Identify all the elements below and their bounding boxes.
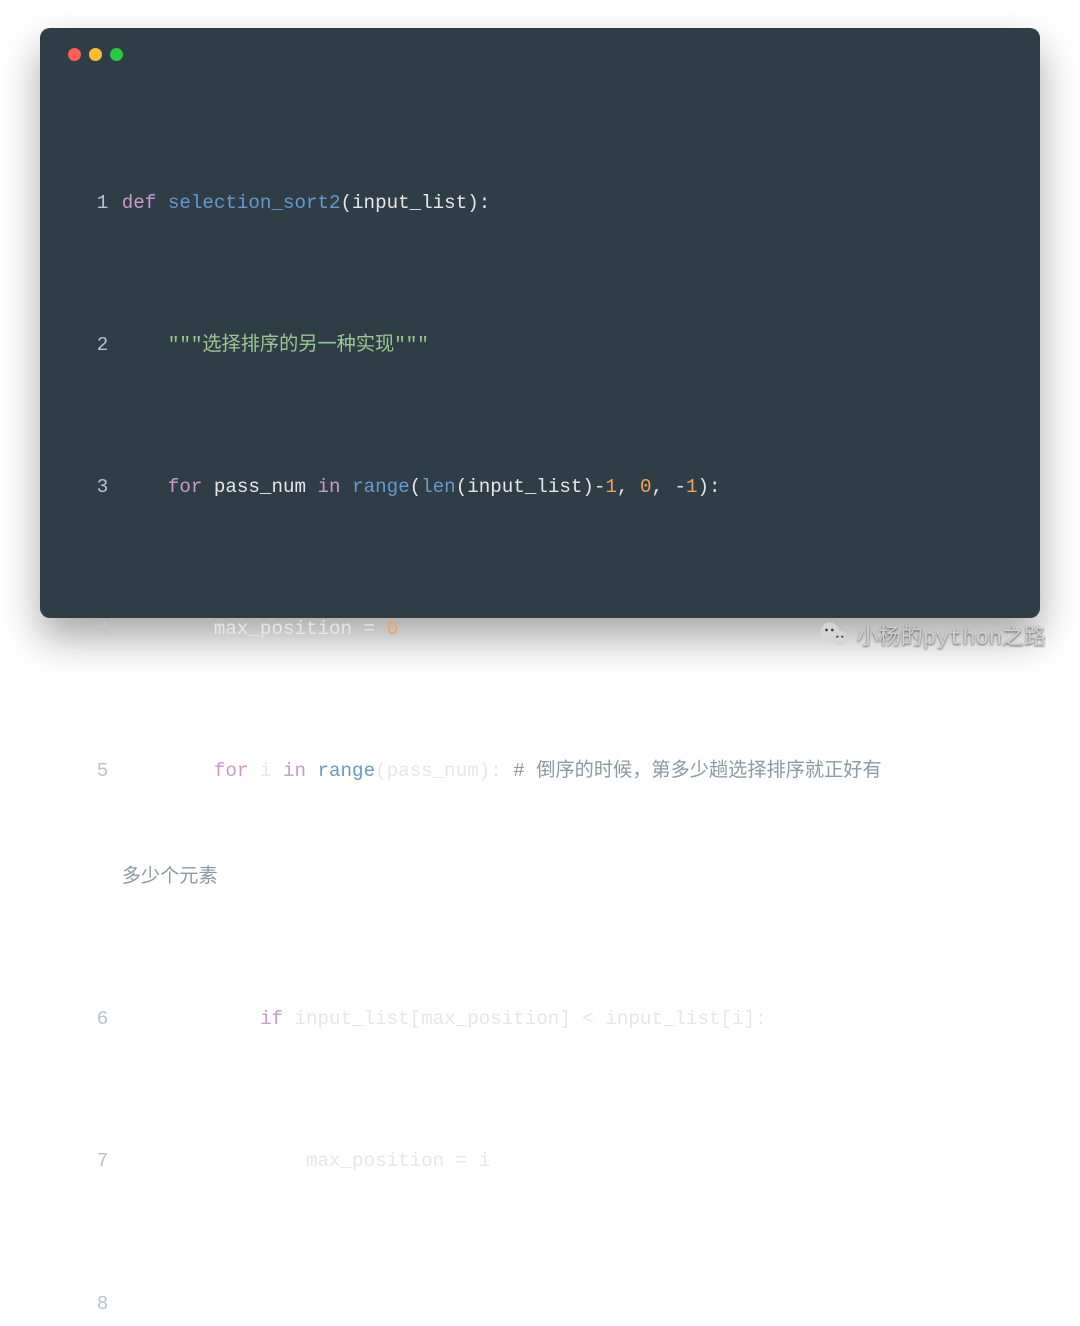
minimize-dot[interactable] [89,48,102,61]
code-line: 1 def selection_sort2(input_list): [68,186,1012,222]
line-number: 8 [68,1287,108,1323]
watermark: 小杨的python之路 [819,619,1046,651]
line-number: 4 [68,612,108,648]
line-content: max_position = 0 [122,612,398,648]
line-number: 3 [68,470,108,506]
line-content: if input_list[max_position] < input_list… [122,1002,767,1038]
code-line: 7 max_position = i [68,1144,1012,1180]
line-number: 2 [68,328,108,364]
line-number: 6 [68,1002,108,1038]
code-line: 5 for i in range(pass_num): # 倒序的时候，第多少趟… [68,754,1012,790]
code-block: 1 def selection_sort2(input_list): 2 """… [68,79,1012,1326]
line-content: def selection_sort2(input_list): [122,186,490,222]
watermark-text: 小杨的python之路 [857,619,1046,651]
line-number: 5 [68,754,108,790]
code-line-wrap: 多少个元素 [68,860,1012,896]
maximize-dot[interactable] [110,48,123,61]
line-content: for i in range(pass_num): # 倒序的时候，第多少趟选择… [122,754,882,790]
code-line: 3 for pass_num in range(len(input_list)-… [68,470,1012,506]
close-dot[interactable] [68,48,81,61]
code-line: 6 if input_list[max_position] < input_li… [68,1002,1012,1038]
line-content: for pass_num in range(len(input_list)-1,… [122,470,721,506]
code-line: 8 [68,1287,1012,1323]
window-traffic-lights [68,48,1012,61]
line-number: 1 [68,186,108,222]
code-line: 2 """选择排序的另一种实现""" [68,328,1012,364]
line-content: max_position = i [122,1144,490,1180]
code-window: 1 def selection_sort2(input_list): 2 """… [40,28,1040,618]
line-number: 7 [68,1144,108,1180]
line-content: """选择排序的另一种实现""" [122,328,429,364]
wechat-icon [819,620,849,650]
